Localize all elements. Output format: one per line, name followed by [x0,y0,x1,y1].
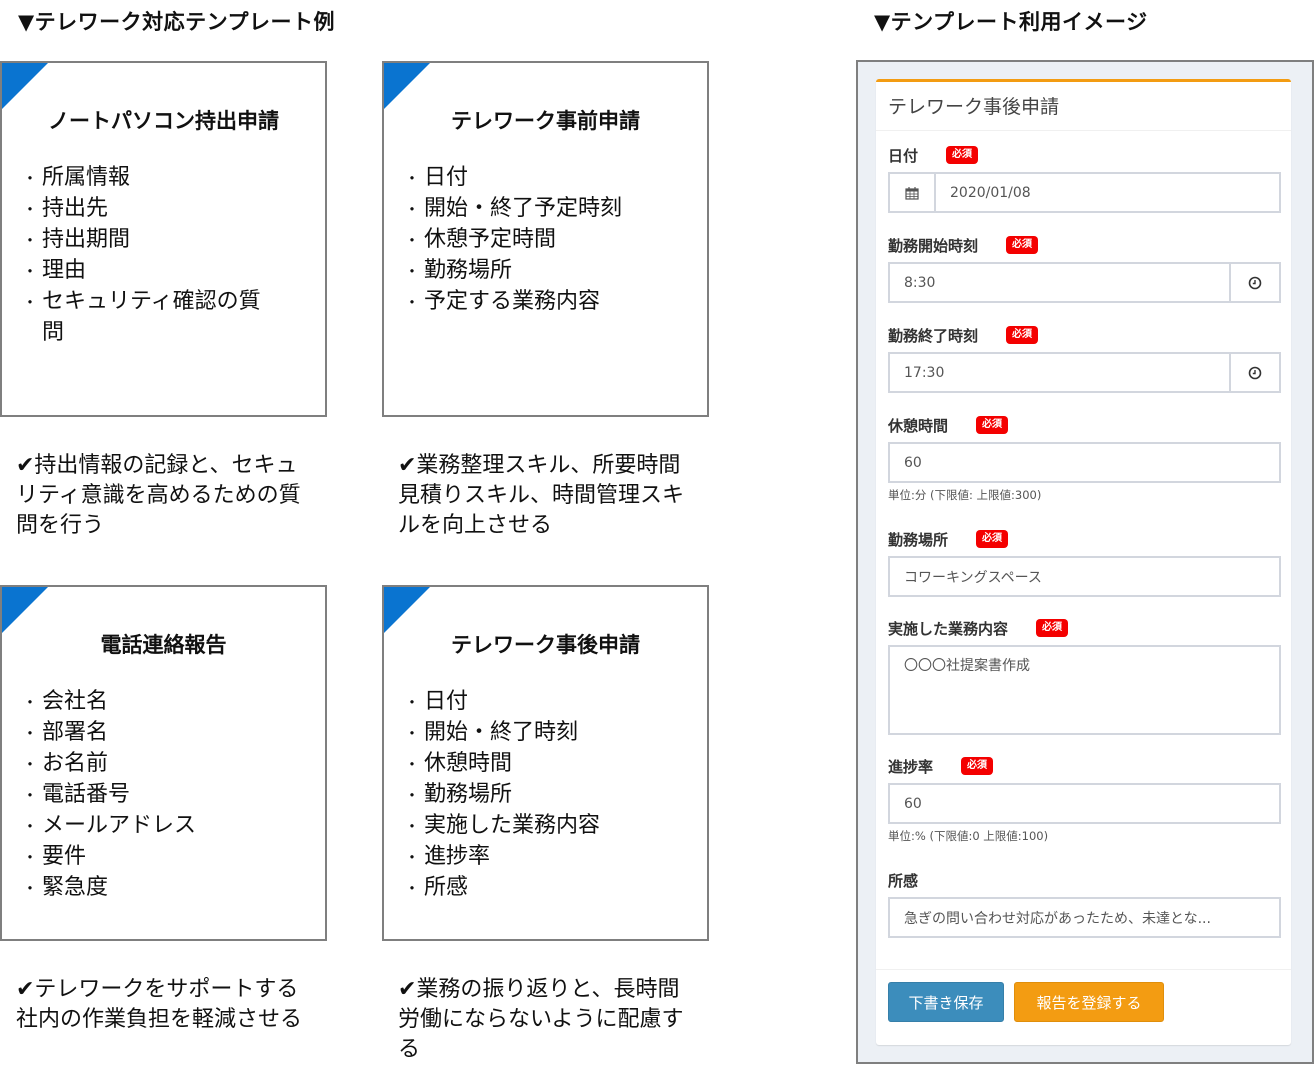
work-place-input[interactable]: コワーキングスペース [888,556,1281,597]
work-content-field: 実施した業務内容 必須 〇〇〇社提案書作成 [888,617,1281,735]
list-item: 進捗率 [404,842,664,873]
required-badge: 必須 [946,146,979,164]
template-card: ノートパソコン持出申請 所属情報 持出先 持出期間 理由 セキュリティ確認の質問 [0,61,327,417]
progress-input[interactable]: 60 [888,783,1281,824]
required-badge: 必須 [1006,236,1039,254]
list-item: セキュリティ確認の質問 [22,287,282,348]
progress-help: 単位:% (下限値:0 上限値:100) [888,829,1049,843]
field-label: 勤務開始時刻 [888,236,979,255]
card-item-list: 所属情報 持出先 持出期間 理由 セキュリティ確認の質問 [22,163,282,348]
list-item: 休憩時間 [404,749,664,780]
corner-accent [2,587,48,633]
field-label: 実施した業務内容 [888,619,1009,638]
card-description: ✔業務整理スキル、所要時間見積りスキル、時間管理スキルを向上させる [398,453,685,538]
list-item: 日付 [404,687,664,718]
list-item: 会社名 [22,687,282,718]
card-description: ✔持出情報の記録と、セキュリティ意識を高めるための質問を行う [16,453,301,538]
card-title: テレワーク事後申請 [451,633,640,657]
list-item: 電話番号 [22,780,282,811]
list-item: お名前 [22,749,282,780]
end-time-input[interactable]: 17:30 [888,352,1281,393]
field-label: 休憩時間 [888,416,949,435]
form-footer: 下書き保存 報告を登録する [876,969,1291,1034]
break-time-input[interactable]: 60 [888,442,1281,483]
card-title: 電話連絡報告 [100,633,227,657]
field-label: 勤務場所 [888,530,949,549]
work-content-value: 〇〇〇社提案書作成 [904,658,1030,674]
field-label: 進捗率 [888,757,934,776]
template-card: テレワーク事後申請 日付 開始・終了時刻 休憩時間 勤務場所 実施した業務内容 … [382,585,709,941]
field-label: 日付 [888,146,919,165]
field-label: 所感 [888,871,919,890]
corner-accent [2,63,48,109]
card-item-list: 日付 開始・終了時刻 休憩時間 勤務場所 実施した業務内容 進捗率 所感 [404,687,664,904]
template-card: テレワーク事前申請 日付 開始・終了予定時刻 休憩予定時間 勤務場所 予定する業… [382,61,709,417]
list-item: 予定する業務内容 [404,287,664,318]
list-item: 部署名 [22,718,282,749]
list-item: 所感 [404,873,664,904]
form-title: テレワーク事後申請 [876,82,1291,131]
list-item: 緊急度 [22,873,282,904]
list-item: 開始・終了時刻 [404,718,664,749]
calendar-icon[interactable] [890,174,936,211]
break-time-value: 60 [904,454,922,471]
impression-field: 所感 急ぎの問い合わせ対応があったため、未達とな... [888,869,1281,938]
list-item: 休憩予定時間 [404,225,664,256]
list-item: 実施した業務内容 [404,811,664,842]
start-time-input[interactable]: 8:30 [888,262,1281,303]
list-item: 勤務場所 [404,780,664,811]
templates-section-title: ▼テレワーク対応テンプレート例 [18,10,336,34]
clock-icon[interactable] [1229,264,1279,301]
clock-icon[interactable] [1229,354,1279,391]
submit-report-button[interactable]: 報告を登録する [1014,982,1164,1022]
required-badge: 必須 [961,757,994,775]
date-input[interactable]: 2020/01/08 [888,172,1281,213]
date-field: 日付 必須 2020/01/08 [888,144,1281,213]
end-time-field: 勤務終了時刻 必須 17:30 [888,324,1281,393]
required-badge: 必須 [1036,619,1069,637]
list-item: 理由 [22,256,282,287]
list-item: メールアドレス [22,811,282,842]
list-item: 持出先 [22,194,282,225]
break-time-field: 休憩時間 必須 60 単位:分 (下限値: 上限値:300) [888,414,1281,503]
end-time-value: 17:30 [904,364,945,381]
list-item: 日付 [404,163,664,194]
work-content-textarea[interactable]: 〇〇〇社提案書作成 [888,645,1281,735]
required-badge: 必須 [976,530,1009,548]
progress-value: 60 [904,795,922,812]
card-title: ノートパソコン持出申請 [48,109,279,133]
card-description: ✔業務の振り返りと、長時間労働にならないように配慮する [398,977,684,1062]
usage-section-title: ▼テンプレート利用イメージ [874,10,1148,34]
list-item: 開始・終了予定時刻 [404,194,664,225]
impression-input[interactable]: 急ぎの問い合わせ対応があったため、未達とな... [888,897,1281,938]
card-item-list: 会社名 部署名 お名前 電話番号 メールアドレス 要件 緊急度 [22,687,282,904]
break-time-help: 単位:分 (下限値: 上限値:300) [888,488,1042,502]
card-title: テレワーク事前申請 [451,109,640,133]
work-place-field: 勤務場所 必須 コワーキングスペース [888,528,1281,597]
card-item-list: 日付 開始・終了予定時刻 休憩予定時間 勤務場所 予定する業務内容 [404,163,664,318]
list-item: 勤務場所 [404,256,664,287]
list-item: 持出期間 [22,225,282,256]
list-item: 所属情報 [22,163,282,194]
work-place-value: コワーキングスペース [904,569,1042,586]
field-label: 勤務終了時刻 [888,326,979,345]
date-value: 2020/01/08 [950,184,1031,201]
impression-value: 急ぎの問い合わせ対応があったため、未達とな... [904,910,1211,927]
required-badge: 必須 [1006,326,1039,344]
save-draft-button[interactable]: 下書き保存 [888,982,1004,1022]
start-time-value: 8:30 [904,274,936,291]
required-badge: 必須 [976,416,1009,434]
start-time-field: 勤務開始時刻 必須 8:30 [888,234,1281,303]
form-screenshot-frame: テレワーク事後申請 日付 必須 2020/01/08 勤務開始時刻 必須 8:3… [856,60,1314,1064]
corner-accent [384,63,430,109]
form-panel: テレワーク事後申請 日付 必須 2020/01/08 勤務開始時刻 必須 8:3… [876,79,1291,1045]
list-item: 要件 [22,842,282,873]
progress-field: 進捗率 必須 60 単位:% (下限値:0 上限値:100) [888,755,1281,844]
template-card: 電話連絡報告 会社名 部署名 お名前 電話番号 メールアドレス 要件 緊急度 [0,585,327,941]
corner-accent [384,587,430,633]
card-description: ✔テレワークをサポートする社内の作業負担を軽減させる [16,977,303,1032]
